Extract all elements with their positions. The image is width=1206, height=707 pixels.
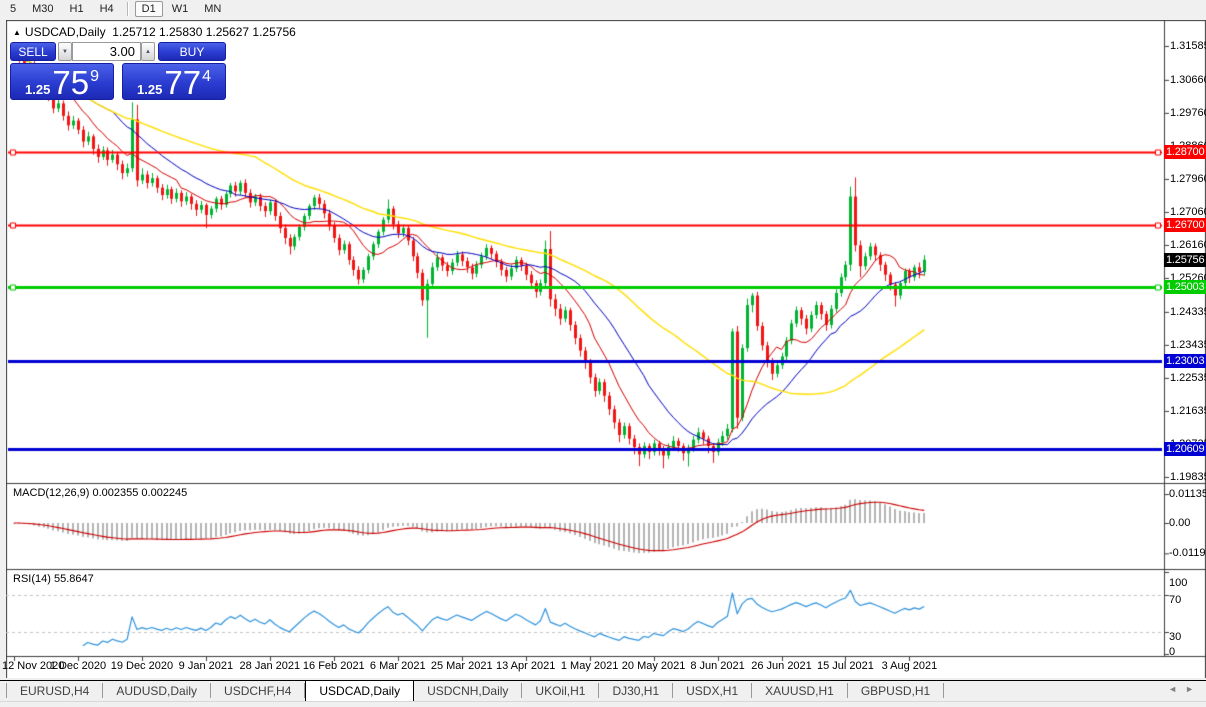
macd-indicator-label: MACD(12,26,9) 0.002355 0.002245	[13, 487, 188, 499]
buy-price-big: 77	[164, 64, 202, 101]
price-axis-tick: 1.31585	[1170, 39, 1206, 52]
sell-price-prefix: 1.25	[25, 82, 51, 97]
price-axis-tick: 1.27960	[1170, 172, 1206, 185]
date-axis-label: 15 Jul 2021	[817, 660, 874, 672]
price-axis-tick: 1.23435	[1170, 338, 1206, 351]
sell-price-button[interactable]: 1.25 75 9	[10, 63, 114, 100]
rsi-axis-tick: 30	[1169, 631, 1182, 643]
price-axis-tick: 1.26160	[1170, 238, 1206, 251]
rsi-axis-tick: 100	[1169, 577, 1188, 589]
price-level-tag: 1.23003	[1164, 353, 1206, 368]
chart-symbol-label: USDCAD,Daily	[24, 25, 106, 39]
rsi-axis-tick: 0	[1169, 646, 1176, 658]
date-axis-label: 6 Mar 2021	[369, 660, 426, 672]
price-axis-tick: 1.22535	[1170, 371, 1206, 384]
date-axis-label: 28 Jan 2021	[239, 660, 301, 672]
price-level-tag: 1.20609	[1164, 441, 1206, 456]
rsi-axis-tick: 70	[1169, 594, 1182, 606]
timeframe-toolbar: 5 M30 H1 H4 D1 W1 MN	[0, 0, 1206, 18]
price-axis-tick: 1.21635	[1170, 404, 1206, 417]
symbol-tab-eurusd-h4[interactable]: EURUSD,H4	[6, 683, 104, 698]
price-axis-tick: 1.19835	[1170, 470, 1206, 483]
tabbar-scroll-arrows: ◄►	[1168, 684, 1202, 694]
symbol-tab-ukoil-h1[interactable]: UKOil,H1	[522, 683, 600, 698]
date-axis-label: 20 May 2021	[621, 660, 686, 672]
date-axis-label: 1 May 2021	[560, 660, 619, 672]
price-level-tag: 1.25003	[1164, 280, 1206, 295]
buy-button[interactable]: BUY	[158, 42, 226, 61]
timeframe-button-h1[interactable]: H1	[63, 1, 91, 17]
timeframe-button-h4[interactable]: H4	[93, 1, 121, 17]
one-click-trading-panel: SELL ▼ 3.00 ▲ BUY 1.25 75 9 1.25 77 4	[10, 42, 226, 100]
symbol-tab-usdx-h1[interactable]: USDX,H1	[673, 683, 753, 698]
symbol-tab-gbpusd-h1[interactable]: GBPUSD,H1	[848, 683, 945, 698]
chart-canvas[interactable]	[6, 20, 1206, 678]
price-level-tag: 1.28700	[1164, 144, 1206, 159]
macd-axis-tick: 0.01135	[1169, 488, 1206, 501]
mt4-window: 5 M30 H1 H4 D1 W1 MN ▲ USDCAD,Daily 1.25712 1.2…	[0, 0, 1206, 707]
date-axis-label: 3 Aug 2021	[881, 660, 938, 672]
date-axis-label: 1 Dec 2020	[49, 660, 107, 672]
price-axis-tick: 1.30660	[1170, 73, 1206, 86]
symbol-tab-xauusd-h1[interactable]: XAUUSD,H1	[752, 683, 848, 698]
price-axis-tick: 1.27060	[1170, 205, 1206, 218]
scroll-left-icon[interactable]: ◄	[1168, 684, 1185, 694]
buy-price-button[interactable]: 1.25 77 4	[122, 63, 226, 100]
chart-title: ▲ USDCAD,Daily 1.25712 1.25830 1.25627 1.…	[13, 25, 296, 39]
timeframe-button-w1[interactable]: W1	[165, 1, 196, 17]
volume-input[interactable]: 3.00	[72, 42, 141, 61]
buy-price-pip: 4	[202, 68, 211, 85]
toolbar-separator	[126, 2, 129, 16]
sell-price-pip: 9	[90, 68, 99, 85]
volume-decrease-button[interactable]: ▼	[58, 42, 72, 61]
collapse-icon[interactable]: ▲	[13, 28, 21, 37]
volume-increase-button[interactable]: ▲	[141, 42, 155, 61]
date-axis-label: 25 Mar 2021	[430, 660, 493, 672]
symbol-tabbar: EURUSD,H4 AUDUSD,Daily USDCHF,H4 USDCAD,Dai…	[0, 680, 1206, 701]
symbol-tab-usdchf-h4[interactable]: USDCHF,H4	[211, 683, 306, 698]
timeframe-button-mn[interactable]: MN	[197, 1, 228, 17]
status-strip	[0, 701, 1206, 707]
date-axis-label: 8 Jun 2021	[690, 660, 745, 672]
sell-button[interactable]: SELL	[10, 42, 56, 61]
symbol-tab-dj30-h1[interactable]: DJ30,H1	[599, 683, 674, 698]
macd-axis-tick: -0.01190	[1169, 547, 1206, 560]
rsi-indicator-label: RSI(14) 55.8647	[13, 573, 94, 585]
scroll-right-icon[interactable]: ►	[1185, 684, 1202, 694]
macd-axis-tick: 0.00	[1169, 517, 1191, 529]
date-axis-label: 9 Jan 2021	[178, 660, 234, 672]
date-axis-label: 16 Feb 2021	[302, 660, 365, 672]
symbol-tab-usdcnh-daily[interactable]: USDCNH,Daily	[414, 683, 523, 698]
sell-price-big: 75	[52, 64, 90, 101]
price-axis-tick: 1.24335	[1170, 305, 1206, 318]
current-price-tag: 1.25756	[1164, 252, 1206, 267]
date-axis-label: 26 Jun 2021	[751, 660, 812, 672]
date-axis-label: 13 Apr 2021	[496, 660, 556, 672]
buy-price-prefix: 1.25	[137, 82, 163, 97]
timeframe-button-5[interactable]: 5	[3, 1, 23, 17]
price-level-tag: 1.26700	[1164, 218, 1206, 233]
symbol-tab-audusd-daily[interactable]: AUDUSD,Daily	[103, 683, 212, 698]
date-axis-label: 19 Dec 2020	[110, 660, 174, 672]
timeframe-button-d1[interactable]: D1	[134, 1, 163, 17]
symbol-tab-usdcad-daily[interactable]: USDCAD,Daily	[305, 680, 415, 701]
spinner-up-icon: ▲	[145, 48, 151, 55]
timeframe-button-m30[interactable]: M30	[25, 1, 60, 17]
price-axis-tick: 1.29760	[1170, 106, 1206, 119]
chart-ohlc-values: 1.25712 1.25830 1.25627 1.25756	[112, 25, 296, 39]
spinner-down-icon: ▼	[62, 48, 68, 55]
